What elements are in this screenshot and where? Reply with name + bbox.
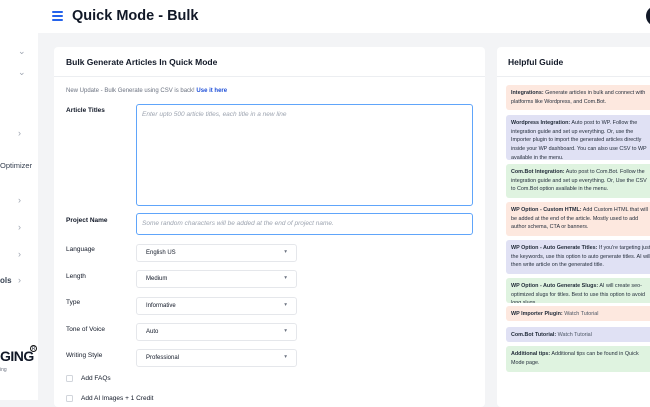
csv-notice-text: New Update - Bulk Generate using CSV is … [66, 88, 197, 94]
type-select[interactable]: Informative ▾ [136, 297, 297, 315]
menu-icon[interactable] [52, 11, 63, 21]
sidebar-item-optimizer[interactable]: Optimizer [0, 161, 32, 170]
tip-title: Com.Bot Tutorial: [511, 332, 557, 338]
watch-tutorial-link[interactable]: Watch Tutorial [563, 311, 598, 317]
chevron-right-icon[interactable]: › [18, 195, 21, 205]
add-ai-images-checkbox[interactable] [66, 395, 73, 402]
sidebar: ⌄ ⌄ › Optimizer › › › ols › GING R ing [0, 0, 38, 400]
chevron-right-icon[interactable]: › [18, 249, 21, 259]
add-faqs-checkbox[interactable] [66, 375, 73, 382]
project-name-input[interactable]: Some random characters will be added at … [136, 213, 473, 235]
caret-down-icon: ▾ [284, 275, 287, 281]
tone-of-voice-value: Auto [146, 328, 159, 335]
avatar[interactable] [646, 6, 650, 26]
brand-logo-subtext: ing [0, 367, 7, 373]
length-select[interactable]: Medium ▾ [136, 270, 297, 288]
top-bar: Quick Mode - Bulk [38, 0, 650, 33]
caret-down-icon: ▾ [284, 302, 287, 308]
guide-title: Helpful Guide [497, 47, 650, 77]
tip-combot-integration: Com.Bot Integration: Auto post to Com.Bo… [506, 164, 650, 198]
tone-of-voice-select[interactable]: Auto ▾ [136, 323, 297, 341]
chevron-down-icon[interactable]: ⌄ [18, 46, 26, 57]
tip-title: WP Option - Custom HTML: [511, 207, 582, 213]
length-value: Medium [146, 275, 168, 282]
article-titles-label: Article Titles [66, 107, 105, 114]
tip-auto-generate-titles: WP Option - Auto Generate Titles: If you… [506, 240, 650, 274]
tip-title: WP Option - Auto Generate Titles: [511, 245, 598, 251]
helpful-guide-card: Helpful Guide Integrations: Generate art… [497, 47, 650, 407]
tip-title: WP Option - Auto Generate Slugs: [511, 283, 599, 289]
caret-down-icon: ▾ [284, 354, 287, 360]
tip-wordpress-integration: Wordpress Integration: Auto post to WP. … [506, 115, 650, 160]
watch-tutorial-link[interactable]: Watch Tutorial [556, 332, 592, 338]
caret-down-icon: ▾ [284, 249, 287, 255]
project-name-label: Project Name [66, 217, 108, 224]
type-value: Informative [146, 302, 176, 309]
writing-style-select[interactable]: Professional ▾ [136, 349, 297, 367]
tip-combot-tutorial: Com.Bot Tutorial: Watch Tutorial [506, 327, 650, 342]
chevron-right-icon[interactable]: › [18, 222, 21, 232]
page-title: Quick Mode - Bulk [72, 8, 199, 24]
card-title: Bulk Generate Articles In Quick Mode [54, 47, 485, 77]
article-titles-textarea[interactable]: Enter upto 500 article titles, each titl… [136, 104, 473, 206]
tip-title: Additional tips: [511, 351, 551, 357]
sidebar-item-tools[interactable]: ols [0, 276, 12, 285]
chevron-right-icon[interactable]: › [18, 128, 21, 138]
tip-custom-html: WP Option - Custom HTML: Add Custom HTML… [506, 202, 650, 236]
bulk-generate-card: Bulk Generate Articles In Quick Mode New… [54, 47, 485, 407]
tip-integrations: Integrations: Generate articles in bulk … [506, 85, 650, 110]
add-faqs-label: Add FAQs [81, 375, 111, 383]
writing-style-label: Writing Style [66, 352, 103, 359]
add-faqs-row[interactable]: Add FAQs [66, 375, 111, 382]
language-value: English US [146, 249, 176, 256]
tip-title: Com.Bot Integration: [511, 169, 565, 175]
type-label: Type [66, 299, 81, 306]
add-ai-images-row[interactable]: Add AI Images + 1 Credit [66, 395, 153, 402]
tone-of-voice-label: Tone of Voice [66, 326, 106, 333]
tip-wp-importer-plugin: WP Importer Plugin: Watch Tutorial [506, 306, 650, 321]
registered-icon: R [30, 345, 37, 352]
writing-style-value: Professional [146, 354, 180, 361]
tip-title: WP Importer Plugin: [511, 311, 563, 317]
csv-notice: New Update - Bulk Generate using CSV is … [66, 88, 227, 94]
csv-notice-link[interactable]: Use it here [196, 88, 227, 94]
tip-text: Auto post to WP. Follow the integration … [511, 120, 647, 160]
language-select[interactable]: English US ▾ [136, 244, 297, 262]
language-label: Language [66, 246, 95, 253]
chevron-down-icon[interactable]: ⌄ [18, 67, 26, 78]
tip-title: Wordpress Integration: [511, 120, 571, 126]
caret-down-icon: ▾ [284, 328, 287, 334]
length-label: Length [66, 273, 86, 280]
chevron-right-icon[interactable]: › [18, 275, 21, 285]
add-ai-images-label: Add AI Images + 1 Credit [81, 395, 154, 403]
tip-title: Integrations: [511, 90, 544, 96]
brand-logo: GING [0, 348, 34, 364]
tip-additional-tips: Additional tips: Additional tips can be … [506, 346, 650, 372]
tip-auto-generate-slugs: WP Option - Auto Generate Slugs: AI will… [506, 278, 650, 303]
